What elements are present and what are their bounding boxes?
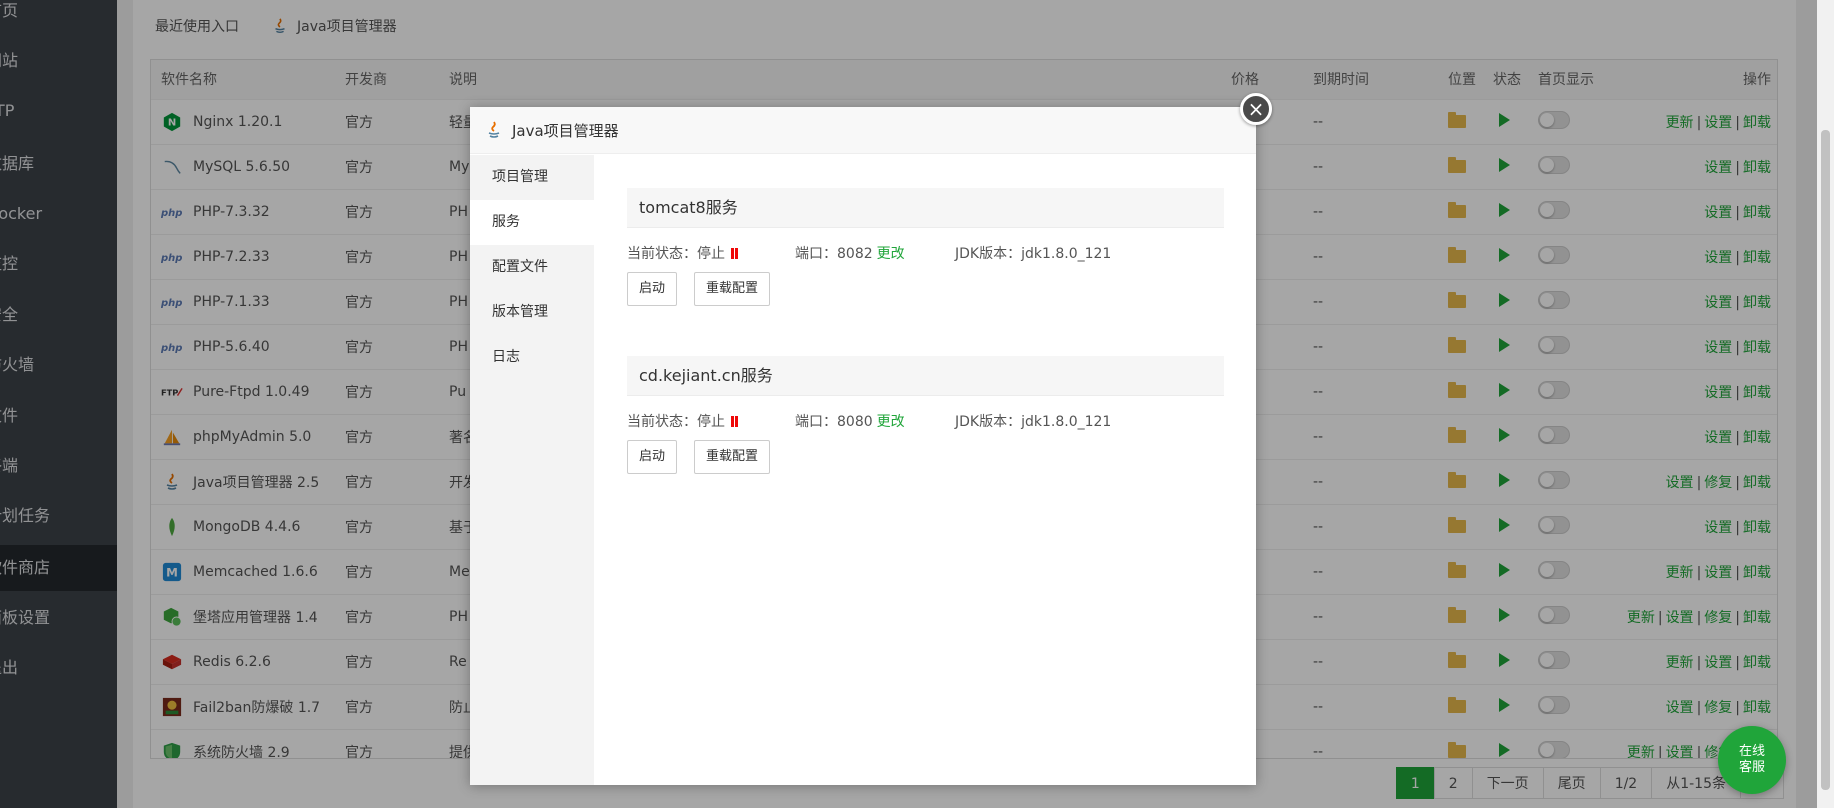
service-block-cd-kejiant: cd.kejiant.cn服务 当前状态：停止 端口：8080 更改 JDK版本：… (627, 356, 1224, 474)
service-info: 当前状态：停止 端口：8080 更改 JDK版本：jdk1.8.0_121 (627, 408, 1224, 434)
scrollbar-thumb[interactable] (1821, 130, 1830, 790)
reload-config-button[interactable]: 重载配置 (694, 440, 771, 474)
service-line2: 客服 (1738, 760, 1765, 775)
change-port-link[interactable]: 更改 (877, 414, 905, 430)
tab-service[interactable]: 服务 (470, 200, 594, 245)
tab-version[interactable]: 版本管理 (470, 290, 594, 335)
change-port-link[interactable]: 更改 (877, 246, 905, 262)
port-label: 端口：8082 (795, 246, 873, 262)
tab-project-manage[interactable]: 项目管理 (470, 155, 594, 200)
tab-config-file[interactable]: 配置文件 (470, 245, 594, 290)
online-service-button[interactable]: 在线 客服 (1718, 726, 1786, 794)
start-button[interactable]: 启动 (627, 440, 678, 474)
java-icon (488, 121, 500, 138)
stop-icon (731, 415, 738, 427)
service-line1: 在线 (1738, 744, 1765, 759)
service-title: cd.kejiant.cn服务 (627, 356, 1224, 396)
port-label: 端口：8080 (795, 414, 873, 430)
dialog-body: tomcat8服务 当前状态：停止 端口：8082 更改 JDK版本：jdk1.8… (594, 155, 1256, 785)
reload-config-button[interactable]: 重载配置 (694, 272, 771, 306)
dialog-title: Java项目管理器 (512, 121, 619, 140)
start-button[interactable]: 启动 (627, 272, 678, 306)
dialog-header: Java项目管理器 (470, 107, 1256, 154)
service-block-tomcat8: tomcat8服务 当前状态：停止 端口：8082 更改 JDK版本：jdk1.8… (627, 188, 1224, 306)
jdk-label: JDK版本：jdk1.8.0_121 (955, 246, 1112, 262)
service-title: tomcat8服务 (627, 188, 1224, 228)
service-info: 当前状态：停止 端口：8082 更改 JDK版本：jdk1.8.0_121 (627, 240, 1224, 266)
tab-log[interactable]: 日志 (470, 335, 594, 380)
close-icon[interactable]: × (1240, 93, 1272, 125)
jdk-label: JDK版本：jdk1.8.0_121 (955, 414, 1112, 430)
dialog-nav: 项目管理 服务 配置文件 版本管理 日志 (470, 155, 594, 785)
status-label: 当前状态：停止 (627, 246, 725, 262)
status-label: 当前状态：停止 (627, 414, 725, 430)
stop-icon (731, 247, 738, 259)
java-manager-dialog: Java项目管理器 × 项目管理 服务 配置文件 版本管理 日志 tomcat8… (470, 93, 1272, 785)
page-scrollbar[interactable] (1817, 0, 1834, 808)
